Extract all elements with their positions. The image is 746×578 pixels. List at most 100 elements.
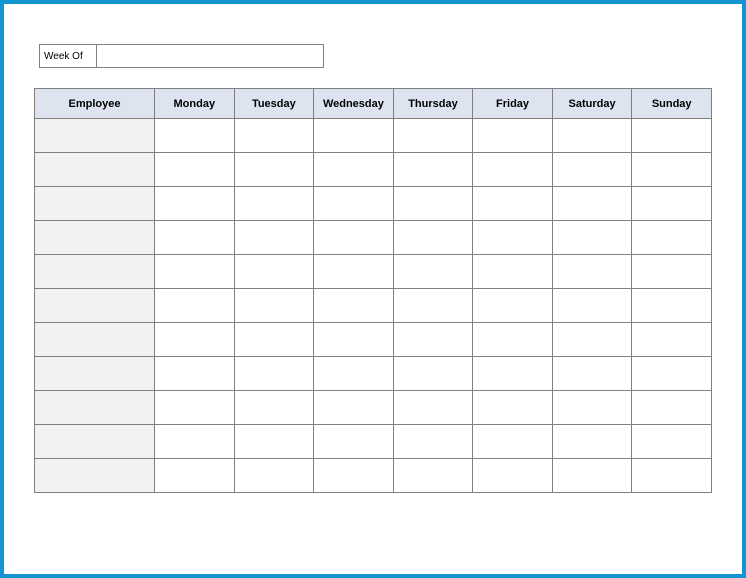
day-cell[interactable]: [234, 221, 314, 255]
day-cell[interactable]: [314, 221, 394, 255]
day-cell[interactable]: [155, 459, 235, 493]
day-cell[interactable]: [155, 187, 235, 221]
week-of-value[interactable]: [97, 45, 323, 67]
day-cell[interactable]: [552, 255, 632, 289]
day-cell[interactable]: [473, 119, 553, 153]
day-cell[interactable]: [473, 255, 553, 289]
employee-cell[interactable]: [35, 323, 155, 357]
day-cell[interactable]: [234, 391, 314, 425]
day-cell[interactable]: [155, 391, 235, 425]
day-cell[interactable]: [234, 153, 314, 187]
day-cell[interactable]: [234, 119, 314, 153]
employee-cell[interactable]: [35, 425, 155, 459]
day-cell[interactable]: [314, 119, 394, 153]
day-cell[interactable]: [552, 153, 632, 187]
day-cell[interactable]: [234, 425, 314, 459]
day-cell[interactable]: [632, 119, 712, 153]
day-cell[interactable]: [234, 357, 314, 391]
day-cell[interactable]: [552, 289, 632, 323]
header-saturday: Saturday: [552, 89, 632, 119]
day-cell[interactable]: [155, 119, 235, 153]
day-cell[interactable]: [393, 187, 473, 221]
header-monday: Monday: [155, 89, 235, 119]
day-cell[interactable]: [393, 425, 473, 459]
day-cell[interactable]: [155, 357, 235, 391]
header-wednesday: Wednesday: [314, 89, 394, 119]
day-cell[interactable]: [155, 221, 235, 255]
day-cell[interactable]: [393, 119, 473, 153]
day-cell[interactable]: [234, 187, 314, 221]
header-friday: Friday: [473, 89, 553, 119]
employee-cell[interactable]: [35, 153, 155, 187]
day-cell[interactable]: [632, 255, 712, 289]
employee-cell[interactable]: [35, 459, 155, 493]
employee-cell[interactable]: [35, 119, 155, 153]
day-cell[interactable]: [552, 357, 632, 391]
table-row: [35, 323, 712, 357]
day-cell[interactable]: [234, 255, 314, 289]
day-cell[interactable]: [552, 187, 632, 221]
day-cell[interactable]: [632, 187, 712, 221]
day-cell[interactable]: [632, 323, 712, 357]
employee-cell[interactable]: [35, 357, 155, 391]
day-cell[interactable]: [632, 459, 712, 493]
day-cell[interactable]: [552, 459, 632, 493]
day-cell[interactable]: [473, 187, 553, 221]
day-cell[interactable]: [155, 425, 235, 459]
day-cell[interactable]: [393, 153, 473, 187]
employee-cell[interactable]: [35, 187, 155, 221]
day-cell[interactable]: [473, 221, 553, 255]
day-cell[interactable]: [393, 255, 473, 289]
day-cell[interactable]: [632, 289, 712, 323]
day-cell[interactable]: [234, 323, 314, 357]
employee-cell[interactable]: [35, 289, 155, 323]
header-thursday: Thursday: [393, 89, 473, 119]
day-cell[interactable]: [393, 357, 473, 391]
day-cell[interactable]: [314, 391, 394, 425]
day-cell[interactable]: [632, 391, 712, 425]
day-cell[interactable]: [393, 323, 473, 357]
table-row: [35, 357, 712, 391]
day-cell[interactable]: [314, 323, 394, 357]
table-body: [35, 119, 712, 493]
day-cell[interactable]: [473, 425, 553, 459]
day-cell[interactable]: [552, 119, 632, 153]
day-cell[interactable]: [393, 221, 473, 255]
day-cell[interactable]: [314, 153, 394, 187]
day-cell[interactable]: [314, 255, 394, 289]
day-cell[interactable]: [155, 153, 235, 187]
day-cell[interactable]: [473, 289, 553, 323]
day-cell[interactable]: [632, 153, 712, 187]
day-cell[interactable]: [314, 459, 394, 493]
day-cell[interactable]: [155, 255, 235, 289]
employee-cell[interactable]: [35, 391, 155, 425]
day-cell[interactable]: [473, 323, 553, 357]
table-row: [35, 187, 712, 221]
day-cell[interactable]: [552, 425, 632, 459]
table-row: [35, 391, 712, 425]
day-cell[interactable]: [314, 187, 394, 221]
day-cell[interactable]: [155, 323, 235, 357]
day-cell[interactable]: [552, 391, 632, 425]
day-cell[interactable]: [314, 425, 394, 459]
day-cell[interactable]: [632, 357, 712, 391]
employee-cell[interactable]: [35, 221, 155, 255]
day-cell[interactable]: [155, 289, 235, 323]
day-cell[interactable]: [632, 221, 712, 255]
day-cell[interactable]: [234, 459, 314, 493]
day-cell[interactable]: [552, 221, 632, 255]
day-cell[interactable]: [473, 357, 553, 391]
day-cell[interactable]: [473, 459, 553, 493]
employee-cell[interactable]: [35, 255, 155, 289]
day-cell[interactable]: [552, 323, 632, 357]
day-cell[interactable]: [314, 289, 394, 323]
day-cell[interactable]: [393, 391, 473, 425]
day-cell[interactable]: [234, 289, 314, 323]
day-cell[interactable]: [473, 391, 553, 425]
day-cell[interactable]: [393, 459, 473, 493]
day-cell[interactable]: [473, 153, 553, 187]
table-row: [35, 119, 712, 153]
day-cell[interactable]: [632, 425, 712, 459]
day-cell[interactable]: [314, 357, 394, 391]
day-cell[interactable]: [393, 289, 473, 323]
